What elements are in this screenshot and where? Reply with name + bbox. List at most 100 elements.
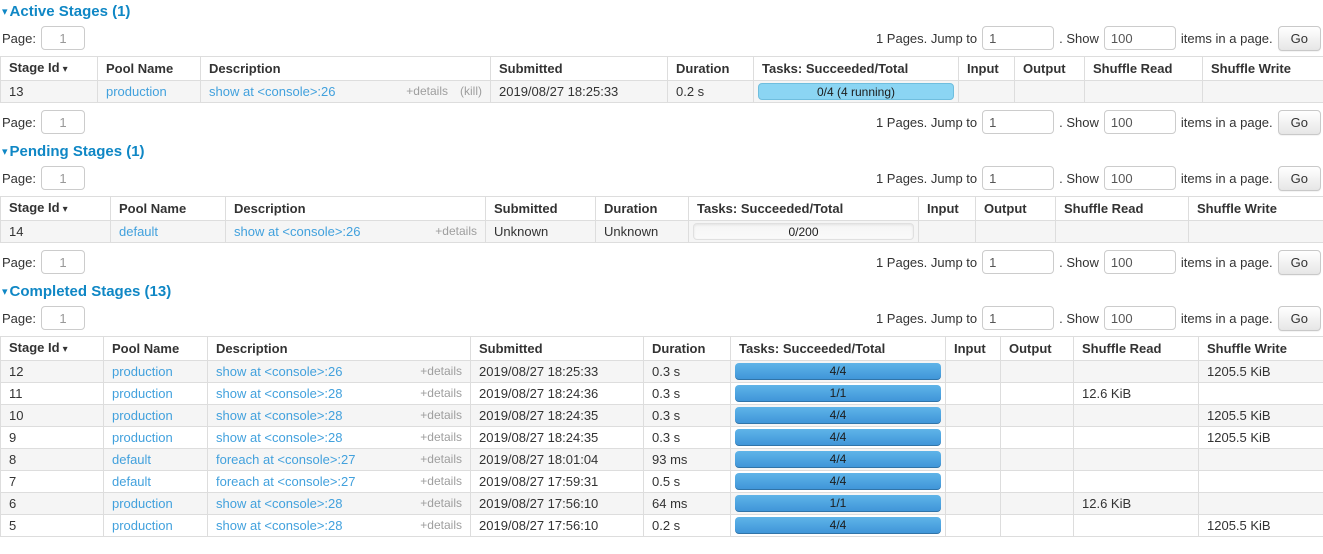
jump-to-page-input[interactable] xyxy=(982,306,1054,330)
go-button[interactable]: Go xyxy=(1278,26,1321,51)
column-header-description[interactable]: Description xyxy=(208,337,471,361)
jump-to-page-input[interactable] xyxy=(982,110,1054,134)
pool-name-link[interactable]: default xyxy=(119,224,158,239)
column-header-input[interactable]: Input xyxy=(919,197,976,221)
page-number-input[interactable] xyxy=(41,26,85,50)
column-header-shuffle-write[interactable]: Shuffle Write xyxy=(1203,57,1323,81)
jump-to-page-input[interactable] xyxy=(982,166,1054,190)
column-header-tasks[interactable]: Tasks: Succeeded/Total xyxy=(689,197,919,221)
go-button[interactable]: Go xyxy=(1278,166,1321,191)
pool-name-link[interactable]: production xyxy=(112,496,173,511)
jump-to-page-input[interactable] xyxy=(982,250,1054,274)
tasks-cell: 1/1 xyxy=(731,493,946,515)
details-toggle[interactable]: +details xyxy=(420,518,462,533)
description-link[interactable]: foreach at <console>:27 xyxy=(216,474,356,489)
section-header-active-stages[interactable]: ▾Active Stages (1) xyxy=(2,4,1321,20)
column-header-shuffle-read[interactable]: Shuffle Read xyxy=(1056,197,1189,221)
show-items-input[interactable] xyxy=(1104,250,1176,274)
show-items-input[interactable] xyxy=(1104,26,1176,50)
pool-name-link[interactable]: production xyxy=(112,518,173,533)
shuffle-write-cell: 1205.5 KiB xyxy=(1199,427,1323,449)
column-header-output[interactable]: Output xyxy=(976,197,1056,221)
column-header-output[interactable]: Output xyxy=(1015,57,1085,81)
jump-to-page-input[interactable] xyxy=(982,26,1054,50)
column-header-shuffle-write[interactable]: Shuffle Write xyxy=(1199,337,1323,361)
description-link[interactable]: show at <console>:26 xyxy=(209,84,335,99)
show-items-input[interactable] xyxy=(1104,306,1176,330)
column-header-input[interactable]: Input xyxy=(946,337,1001,361)
pool-name-link[interactable]: production xyxy=(112,386,173,401)
column-header-description[interactable]: Description xyxy=(226,197,486,221)
show-items-input[interactable] xyxy=(1104,110,1176,134)
go-button[interactable]: Go xyxy=(1278,250,1321,275)
pool-name-cell: production xyxy=(104,427,208,449)
details-toggle[interactable]: +details xyxy=(420,430,462,445)
column-header-shuffle-read[interactable]: Shuffle Read xyxy=(1074,337,1199,361)
duration-cell: 0.2 s xyxy=(668,81,754,103)
shuffle-read-cell xyxy=(1074,471,1199,493)
details-toggle[interactable]: +details xyxy=(420,386,462,401)
pool-name-link[interactable]: default xyxy=(112,474,151,489)
table-row: 7defaultforeach at <console>:27+details2… xyxy=(1,471,1323,493)
pool-name-link[interactable]: production xyxy=(112,364,173,379)
description-link[interactable]: show at <console>:26 xyxy=(234,224,360,239)
column-header-input[interactable]: Input xyxy=(959,57,1015,81)
description-link[interactable]: show at <console>:28 xyxy=(216,408,342,423)
column-header-submitted[interactable]: Submitted xyxy=(486,197,596,221)
go-button[interactable]: Go xyxy=(1278,110,1321,135)
column-header-stage-id[interactable]: Stage Id▾ xyxy=(1,57,98,81)
column-header-description[interactable]: Description xyxy=(201,57,491,81)
details-toggle[interactable]: +details xyxy=(420,496,462,511)
column-header-submitted[interactable]: Submitted xyxy=(491,57,668,81)
completed-stages-table: Stage Id▾ Pool Name Description Submitte… xyxy=(0,336,1323,537)
pool-name-link[interactable]: default xyxy=(112,452,151,467)
details-toggle[interactable]: +details xyxy=(420,364,462,379)
description-link[interactable]: show at <console>:28 xyxy=(216,430,342,445)
total-pages-text: 1 Pages. Jump to xyxy=(876,255,977,270)
kill-link[interactable]: (kill) xyxy=(460,84,482,99)
table-row: 11productionshow at <console>:28+details… xyxy=(1,383,1323,405)
column-header-submitted[interactable]: Submitted xyxy=(471,337,644,361)
section-header-pending-stages[interactable]: ▾Pending Stages (1) xyxy=(2,144,1321,160)
column-header-stage-id[interactable]: Stage Id▾ xyxy=(1,197,111,221)
stage-id-cell: 10 xyxy=(1,405,104,427)
show-items-input[interactable] xyxy=(1104,166,1176,190)
table-row: 13productionshow at <console>:26+details… xyxy=(1,81,1323,103)
description-cell: show at <console>:28 +details xyxy=(208,493,471,515)
details-toggle[interactable]: +details xyxy=(420,408,462,423)
column-header-pool-name[interactable]: Pool Name xyxy=(98,57,201,81)
tasks-cell: 0/200 xyxy=(689,221,919,243)
details-toggle[interactable]: +details xyxy=(420,452,462,467)
page-number-input[interactable] xyxy=(41,306,85,330)
column-header-pool-name[interactable]: Pool Name xyxy=(111,197,226,221)
column-header-output[interactable]: Output xyxy=(1001,337,1074,361)
page-number-input[interactable] xyxy=(41,250,85,274)
pool-name-link[interactable]: production xyxy=(112,430,173,445)
column-header-stage-id[interactable]: Stage Id▾ xyxy=(1,337,104,361)
page-number-input[interactable] xyxy=(41,110,85,134)
column-header-shuffle-write[interactable]: Shuffle Write xyxy=(1189,197,1323,221)
column-header-pool-name[interactable]: Pool Name xyxy=(104,337,208,361)
description-link[interactable]: show at <console>:26 xyxy=(216,364,342,379)
column-header-duration[interactable]: Duration xyxy=(668,57,754,81)
page-number-input[interactable] xyxy=(41,166,85,190)
description-link[interactable]: show at <console>:28 xyxy=(216,386,342,401)
task-progress-text: 4/4 xyxy=(735,429,941,446)
column-header-tasks[interactable]: Tasks: Succeeded/Total xyxy=(731,337,946,361)
column-header-shuffle-read[interactable]: Shuffle Read xyxy=(1085,57,1203,81)
description-link[interactable]: show at <console>:28 xyxy=(216,496,342,511)
output-cell xyxy=(1015,81,1085,103)
go-button[interactable]: Go xyxy=(1278,306,1321,331)
details-toggle[interactable]: +details xyxy=(420,474,462,489)
column-header-duration[interactable]: Duration xyxy=(596,197,689,221)
column-header-tasks[interactable]: Tasks: Succeeded/Total xyxy=(754,57,959,81)
pool-name-link[interactable]: production xyxy=(106,84,167,99)
task-progress-text: 4/4 xyxy=(735,517,941,534)
description-link[interactable]: show at <console>:28 xyxy=(216,518,342,533)
pool-name-link[interactable]: production xyxy=(112,408,173,423)
column-header-duration[interactable]: Duration xyxy=(644,337,731,361)
details-toggle[interactable]: +details xyxy=(435,224,477,239)
description-link[interactable]: foreach at <console>:27 xyxy=(216,452,356,467)
section-header-completed-stages[interactable]: ▾Completed Stages (13) xyxy=(2,284,1321,300)
details-toggle[interactable]: +details xyxy=(406,84,448,99)
